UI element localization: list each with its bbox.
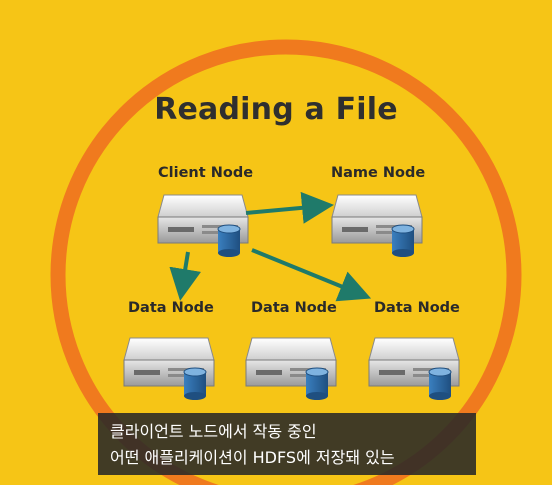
arrow-client-to-data-node-1: [169, 251, 201, 301]
client-node-server-icon: [157, 194, 249, 257]
client-node-label: Client Node: [158, 165, 254, 181]
caption-overlay: 클라이언트 노드에서 작동 중인 어떤 애플리케이션이 HDFS에 저장돼 있는: [98, 413, 476, 475]
data-node-3-server-icon: [368, 337, 460, 400]
data-node-1-label: Data Node: [128, 300, 214, 316]
diagram-title: Reading a File: [154, 92, 398, 127]
data-node-1-server-icon: [123, 337, 215, 400]
name-node-label: Name Node: [331, 165, 426, 181]
data-node-2-server-icon: [245, 337, 337, 400]
data-node-3-label: Data Node: [374, 300, 460, 316]
data-node-2-label: Data Node: [251, 300, 337, 316]
arrow-client-to-data-node-3: [251, 248, 372, 302]
caption-line-1: 클라이언트 노드에서 작동 중인: [110, 422, 317, 441]
arrow-client-to-name-node: [245, 191, 334, 224]
caption-line-2: 어떤 애플리케이션이 HDFS에 저장돼 있는: [110, 448, 395, 467]
name-node-server-icon: [331, 194, 423, 257]
